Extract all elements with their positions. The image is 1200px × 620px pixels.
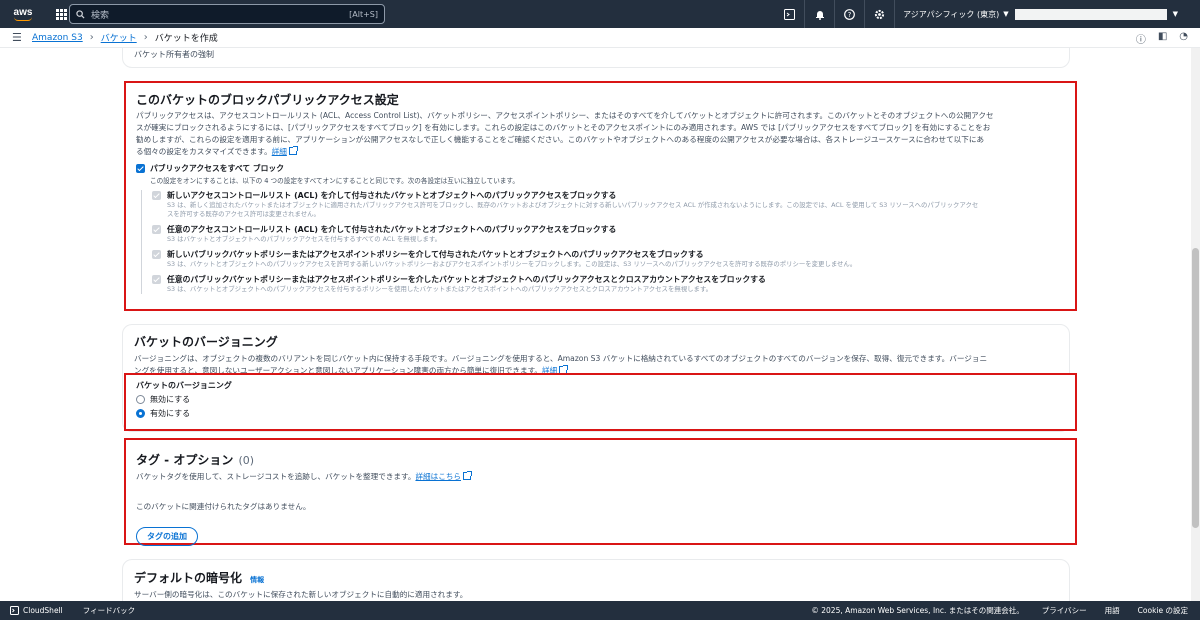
option-description: S3 はバケットとオブジェクトへのパブリックアクセスを付与するすべての ACL … <box>167 235 442 243</box>
option-checkbox[interactable] <box>152 225 161 234</box>
tags-description: バケットタグを使用して、ストレージコストを追跡し、バケットを整理できます。 <box>136 472 416 481</box>
desc-line: スが確実にブロックされるようにするには、[パブリックアクセスをすべてブロック] … <box>136 123 991 132</box>
block-public-access-title: このバケットのブロックパブリックアクセス設定 <box>136 93 399 107</box>
menu-icon[interactable]: ☰ <box>12 31 32 44</box>
cookie-settings-link[interactable]: Cookie の設定 <box>1138 605 1188 616</box>
option-description: スを許可する既存のアクセス許可は変更されません。 <box>167 210 320 218</box>
search-shortcut: [Alt+S] <box>349 9 378 19</box>
desc-line: バージョニングは、オブジェクトの複数のバリアントを同じバケット内に保持する手段で… <box>134 354 988 363</box>
radio-button[interactable] <box>136 395 145 404</box>
region-caret-icon: ▼ <box>1003 10 1009 18</box>
radio-label: 無効にする <box>150 395 191 404</box>
option-title: 任意のパブリックバケットポリシーまたはアクセスポイントポリシーを介したバケットと… <box>167 275 766 284</box>
encryption-title: デフォルトの暗号化 <box>134 571 243 585</box>
radio-label: 有効にする <box>150 409 191 418</box>
feedback-link[interactable]: フィードバック <box>83 605 135 616</box>
breadcrumb-chevron-icon: › <box>143 32 148 43</box>
block-option-4[interactable]: 任意のパブリックバケットポリシーまたはアクセスポイントポリシーを介したバケットと… <box>152 274 1065 294</box>
option-title: 新しいアクセスコントロールリスト (ACL) を介して付与されたバケットとオブジ… <box>167 191 617 200</box>
versioning-enable-radio[interactable]: 有効にする <box>136 408 1065 419</box>
block-all-description: この設定をオンにすることは、以下の 4 つの設定をすべてオンにすることと同じです… <box>150 177 519 185</box>
owner-section-label: バケット所有者の強制 <box>134 50 214 59</box>
add-tag-button[interactable]: タグの追加 <box>136 527 198 546</box>
versioning-field-label: バケットのバージョニング <box>136 381 232 390</box>
search-placeholder: 検索 <box>91 10 110 21</box>
breadcrumb-amazon-s3[interactable]: Amazon S3 <box>32 33 83 43</box>
search-icon <box>76 9 85 19</box>
option-checkbox[interactable] <box>152 275 161 284</box>
details-link[interactable]: 詳細 <box>272 147 287 156</box>
aws-logo[interactable]: aws <box>6 0 40 28</box>
versioning-disable-radio[interactable]: 無効にする <box>136 394 1065 405</box>
tags-learn-more-link[interactable]: 詳細はこちら <box>415 472 461 481</box>
radio-button[interactable] <box>136 409 145 418</box>
block-all-checkbox-row[interactable]: パブリックアクセスをすべて ブロック <box>136 163 1065 174</box>
desc-line: パブリックアクセスは、アクセスコントロールリスト (ACL、Access Con… <box>136 111 994 120</box>
gear-icon[interactable] <box>864 0 894 28</box>
tags-panel: タグ - オプション (0) バケットタグを使用して、ストレージコストを追跡し、… <box>124 438 1077 546</box>
breadcrumb-chevron-icon: › <box>89 32 94 43</box>
block-option-3[interactable]: 新しいパブリックバケットポリシーまたはアクセスポイントポリシーを介して付与された… <box>152 249 1065 269</box>
versioning-title: バケットのバージョニング <box>134 335 278 349</box>
cloudshell-label: CloudShell <box>23 606 63 615</box>
external-link-icon <box>288 146 298 155</box>
desc-line: 勧めしますが、これらの設定を適用する前に、アプリケーションが公開アクセスなしで正… <box>136 135 985 144</box>
panel-icon[interactable]: ◧ <box>1158 31 1167 46</box>
option-description: S3 は、新しく追加されたバケットまたはオブジェクトに適用されたパブリックアクセ… <box>167 201 979 209</box>
block-all-label: パブリックアクセスをすべて ブロック <box>150 164 285 173</box>
owner-card <box>122 48 1070 68</box>
block-option-2[interactable]: 任意のアクセスコントロールリスト (ACL) を介して付与されたバケットとオブジ… <box>152 224 1065 244</box>
tags-count: (0) <box>238 454 255 467</box>
versioning-field-panel: バケットのバージョニング 無効にする 有効にする <box>124 373 1077 431</box>
main-content: バケット所有者の強制 このバケットのブロックパブリックアクセス設定 パブリックア… <box>0 48 1200 601</box>
option-checkbox[interactable] <box>152 191 161 200</box>
privacy-link[interactable]: プライバシー <box>1042 605 1087 616</box>
scrollbar-thumb[interactable] <box>1192 248 1199 528</box>
breadcrumb-buckets[interactable]: バケット <box>101 31 137 44</box>
encryption-info-link[interactable]: 情報 <box>250 576 264 584</box>
external-link-icon <box>463 471 473 480</box>
block-public-access-description: パブリックアクセスは、アクセスコントロールリスト (ACL、Access Con… <box>136 110 1065 158</box>
terms-link[interactable]: 用語 <box>1105 605 1120 616</box>
footer: CloudShell フィードバック © 2025, Amazon Web Se… <box>0 601 1200 620</box>
cloudshell-icon <box>10 606 19 615</box>
option-description: S3 は、バケットとオブジェクトへのパブリックアクセスを許可する新しいバケットポ… <box>167 260 857 268</box>
cloudshell-icon[interactable] <box>774 0 804 28</box>
info-icon[interactable]: ⓘ <box>1136 31 1146 46</box>
region-label: アジアパシフィック (東京) <box>903 9 1000 19</box>
breadcrumb-bar: ☰ Amazon S3 › バケット › バケットを作成 ⓘ ◧ ◔ <box>0 28 1200 48</box>
block-option-1[interactable]: 新しいアクセスコントロールリスト (ACL) を介して付与されたバケットとオブジ… <box>152 190 1065 219</box>
bell-icon[interactable] <box>804 0 834 28</box>
top-navigation: aws 検索 [Alt+S] ? アジアパシフィック (東京) ▼ ▼ <box>0 0 1200 28</box>
tags-title: タグ - オプション <box>136 453 234 467</box>
encryption-header: デフォルトの暗号化 情報 サーバー側の暗号化は、このバケットに保存された新しいオ… <box>134 567 467 601</box>
block-options-group: 新しいアクセスコントロールリスト (ACL) を介して付与されたバケットとオブジ… <box>141 190 1065 294</box>
copyright-text: © 2025, Amazon Web Services, Inc. またはその関… <box>811 606 1024 615</box>
option-title: 新しいパブリックバケットポリシーまたはアクセスポイントポリシーを介して付与された… <box>167 250 704 259</box>
clock-icon[interactable]: ◔ <box>1179 31 1188 46</box>
option-checkbox[interactable] <box>152 250 161 259</box>
region-selector[interactable]: アジアパシフィック (東京) ▼ ▼ <box>894 0 1200 28</box>
search-input[interactable]: 検索 [Alt+S] <box>69 4 385 24</box>
option-title: 任意のアクセスコントロールリスト (ACL) を介して付与されたバケットとオブジ… <box>167 225 617 234</box>
scrollbar[interactable] <box>1191 48 1200 601</box>
aws-smile-icon <box>14 17 32 21</box>
cloudshell-button[interactable]: CloudShell <box>10 606 63 615</box>
block-all-checkbox[interactable] <box>136 164 145 173</box>
block-public-access-panel: このバケットのブロックパブリックアクセス設定 パブリックアクセスは、アクセスコン… <box>124 81 1077 311</box>
option-description: S3 は、バケットとオブジェクトへのパブリックアクセスを付与するポリシーを使用し… <box>167 285 713 293</box>
svg-text:?: ? <box>848 11 852 19</box>
account-caret-icon: ▼ <box>1172 10 1178 18</box>
versioning-header: バケットのバージョニング バージョニングは、オブジェクトの複数のバリアントを同じ… <box>134 333 1059 377</box>
desc-line: る個々の設定をカスタマイズできます。 <box>136 147 272 156</box>
breadcrumb-current: バケットを作成 <box>154 34 218 44</box>
tags-empty-message: このバケットに関連付けられたタグはありません。 <box>136 502 311 511</box>
account-name-redacted[interactable] <box>1014 8 1167 20</box>
encryption-description: サーバー側の暗号化は、このバケットに保存された新しいオブジェクトに自動的に適用さ… <box>134 590 468 599</box>
help-icon[interactable]: ? <box>834 0 864 28</box>
